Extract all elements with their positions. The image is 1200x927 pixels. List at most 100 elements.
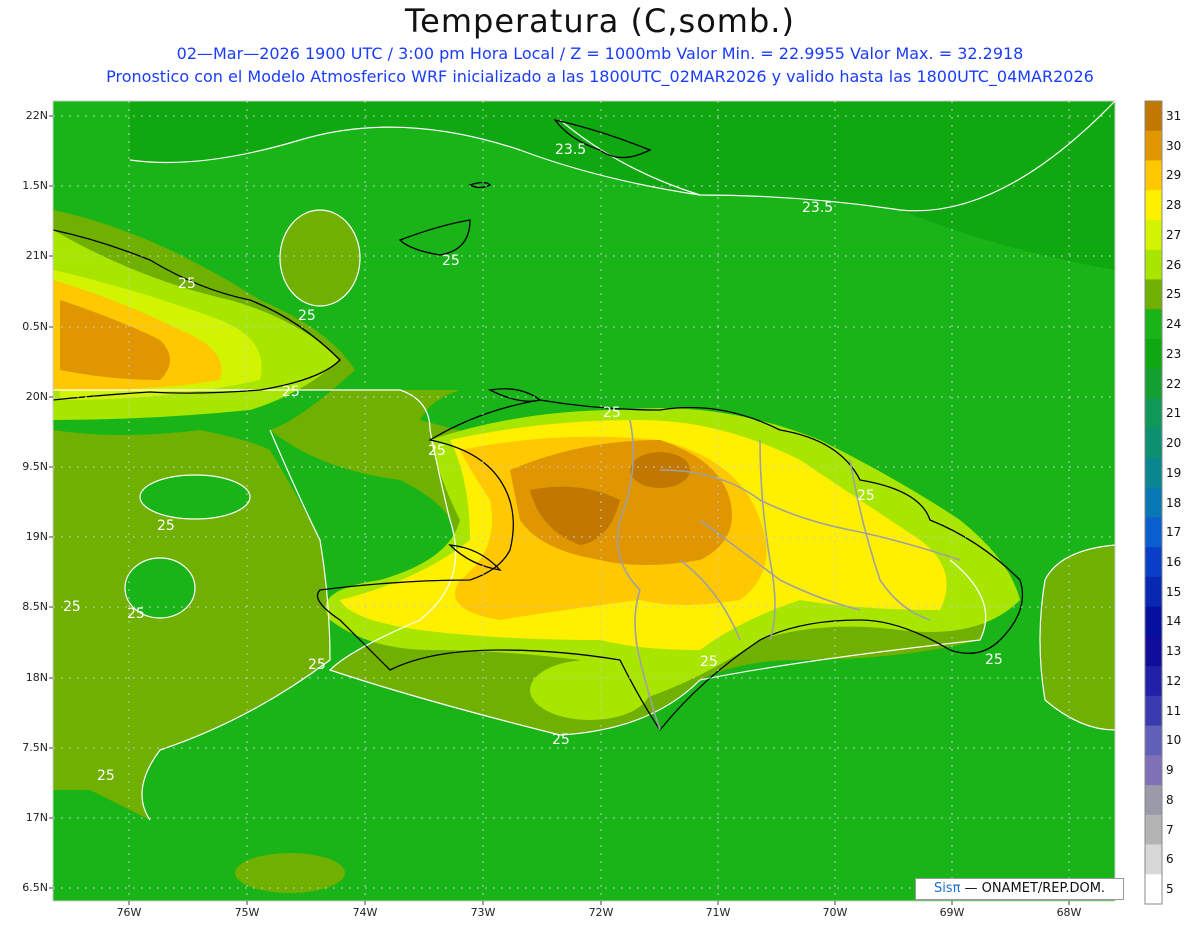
contour-label: 25 (157, 518, 175, 534)
credit-text: — ONAMET/REP.DOM. (960, 881, 1106, 896)
colorbar-label: 6 (1166, 852, 1174, 867)
lon-tick-label: 70W (822, 906, 848, 919)
colorbar-label: 9 (1166, 763, 1174, 778)
lat-tick-label: 1.5N (22, 179, 48, 192)
map-title: Temperatura (C,somb.) (405, 2, 795, 40)
lon-tick-label: 71W (705, 906, 731, 919)
colorbar-label: 25 (1166, 287, 1182, 302)
contour-label: 25 (308, 657, 326, 673)
lat-tick-label: 9.5N (22, 460, 48, 473)
colorbar-label: 26 (1166, 257, 1182, 272)
colorbar-label: 7 (1166, 822, 1174, 837)
colorbar-swatch (1145, 636, 1162, 667)
colorbar-label: 30 (1166, 138, 1182, 153)
colorbar-label: 8 (1166, 792, 1174, 807)
contour-label: 23.5 (555, 142, 586, 158)
lon-tick-label: 74W (352, 906, 378, 919)
colorbar-swatch (1145, 368, 1162, 399)
colorbar-label: 12 (1166, 673, 1182, 688)
field-26-south (530, 660, 650, 720)
colorbar-swatch (1145, 844, 1162, 875)
contour-label: 25 (552, 732, 570, 748)
lat-tick-label: 7.5N (22, 741, 48, 754)
colorbar-swatch (1145, 309, 1162, 340)
contour-label: 25 (857, 488, 875, 504)
colorbar-swatch (1145, 249, 1162, 280)
colorbar-label: 24 (1166, 317, 1182, 332)
lon-tick-label: 69W (939, 906, 965, 919)
colorbar (1144, 100, 1163, 905)
lat-tick-label: 8.5N (22, 600, 48, 613)
colorbar-swatch (1145, 755, 1162, 786)
lon-tick-label: 75W (234, 906, 260, 919)
colorbar-label: 10 (1166, 733, 1182, 748)
colorbar-swatch (1145, 130, 1162, 161)
contour-label: 25 (178, 276, 196, 292)
lon-tick-label: 76W (116, 906, 142, 919)
colorbar-label: 31 (1166, 108, 1182, 123)
colorbar-label: 13 (1166, 644, 1182, 659)
contour-label: 25 (428, 443, 446, 459)
colorbar-swatch (1145, 457, 1162, 489)
colorbar-swatch (1145, 487, 1162, 518)
lon-tick-label: 68W (1056, 906, 1082, 919)
contour-label: 25 (63, 599, 81, 615)
contour-label: 25 (985, 652, 1003, 668)
contour-label: 25 (282, 384, 300, 400)
colorbar-swatch (1145, 814, 1162, 846)
colorbar-label: 5 (1166, 882, 1174, 897)
contour-label: 25 (603, 405, 621, 421)
colorbar-label: 29 (1166, 168, 1182, 183)
lat-tick-label: 19N (25, 530, 48, 543)
colorbar-swatch (1145, 160, 1162, 191)
colorbar-swatch (1145, 398, 1162, 429)
lon-tick-label: 72W (588, 906, 614, 919)
contour-label: 25 (442, 253, 460, 269)
colorbar-swatch (1145, 219, 1162, 251)
colorbar-swatch (1145, 190, 1162, 221)
colorbar-swatch (1145, 517, 1162, 548)
field-25-south (235, 853, 345, 893)
colorbar-label: 22 (1166, 376, 1182, 391)
colorbar-label: 15 (1166, 584, 1182, 599)
colorbar-label: 21 (1166, 406, 1182, 421)
colorbar-swatch (1145, 695, 1162, 727)
colorbar-label: 28 (1166, 198, 1182, 213)
subtitle-model-run: Pronostico con el Modelo Atmosferico WRF… (106, 67, 1094, 86)
credit-brand: Sisπ (933, 881, 961, 896)
contour-label: 25 (97, 768, 115, 784)
colorbar-swatch (1145, 725, 1162, 756)
colorbar-label: 11 (1166, 703, 1182, 718)
colorbar-swatch (1145, 101, 1162, 132)
colorbar-label: 27 (1166, 227, 1182, 242)
lat-tick-label: 22N (25, 109, 48, 122)
colorbar-swatch (1145, 666, 1162, 697)
contour-label: 25 (700, 654, 718, 670)
colorbar-label: 18 (1166, 495, 1182, 510)
contour-label: 25 (298, 308, 316, 324)
colorbar-swatch (1145, 874, 1162, 905)
colorbar-swatch (1145, 279, 1162, 310)
map-canvas: 23.5 23.5 25 25 25 25 25 25 25 25 25 25 … (49, 100, 1163, 905)
colorbar-label: 20 (1166, 436, 1182, 451)
colorbar-label: 16 (1166, 554, 1182, 569)
lat-tick-label: 21N (25, 249, 48, 262)
credit-box: Sisπ — ONAMET/REP.DOM. (915, 878, 1124, 900)
colorbar-label: 19 (1166, 465, 1182, 480)
lat-tick-label: 17N (25, 811, 48, 824)
colorbar-label: 17 (1166, 525, 1182, 540)
lat-tick-label: 0.5N (22, 320, 48, 333)
lon-tick-label: 73W (470, 906, 496, 919)
lat-tick-label: 18N (25, 671, 48, 684)
lat-tick-label: 20N (25, 390, 48, 403)
colorbar-swatch (1145, 338, 1162, 370)
colorbar-label: 23 (1166, 346, 1182, 361)
colorbar-swatch (1145, 547, 1162, 578)
subtitle-datetime: 02—Mar—2026 1900 UTC / 3:00 pm Hora Loca… (176, 44, 1024, 63)
contour-label: 23.5 (802, 200, 833, 216)
lat-tick-label: 6.5N (22, 881, 48, 894)
colorbar-swatch (1145, 785, 1162, 816)
colorbar-swatch (1145, 606, 1162, 637)
colorbar-swatch (1145, 576, 1162, 608)
contour-label: 25 (127, 606, 145, 622)
